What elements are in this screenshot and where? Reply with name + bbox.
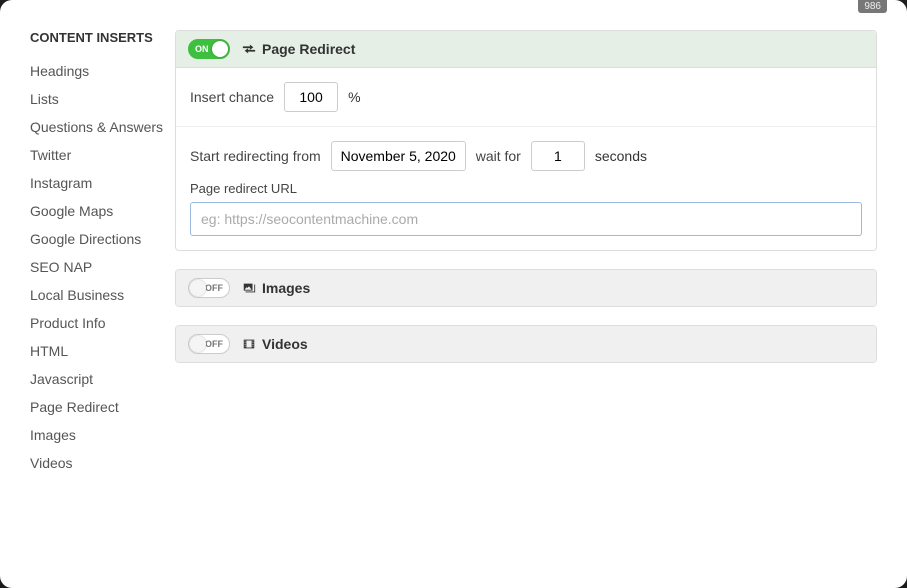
sidebar-item-product-info[interactable]: Product Info — [30, 309, 165, 337]
sidebar-title: CONTENT INSERTS — [30, 30, 165, 45]
start-date-input[interactable] — [331, 141, 466, 171]
sidebar-item-images[interactable]: Images — [30, 421, 165, 449]
sidebar-item-local-business[interactable]: Local Business — [30, 281, 165, 309]
videos-header[interactable]: OFF Videos — [176, 326, 876, 362]
sidebar-item-twitter[interactable]: Twitter — [30, 141, 165, 169]
sidebar-item-lists[interactable]: Lists — [30, 85, 165, 113]
images-title: Images — [262, 280, 310, 296]
page-redirect-toggle[interactable]: ON — [188, 39, 230, 59]
redirect-icon — [242, 42, 256, 56]
videos-title: Videos — [262, 336, 308, 352]
sidebar-item-page-redirect[interactable]: Page Redirect — [30, 393, 165, 421]
images-toggle[interactable]: OFF — [188, 278, 230, 298]
percent-label: % — [348, 89, 360, 105]
start-redirect-label: Start redirecting from — [190, 148, 321, 164]
sidebar-item-google-directions[interactable]: Google Directions — [30, 225, 165, 253]
sidebar-item-javascript[interactable]: Javascript — [30, 365, 165, 393]
toggle-off-label: OFF — [205, 339, 223, 349]
images-header[interactable]: OFF Images — [176, 270, 876, 306]
layout: CONTENT INSERTS Headings Lists Questions… — [0, 0, 907, 588]
wait-seconds-input[interactable] — [531, 141, 585, 171]
sidebar-item-html[interactable]: HTML — [30, 337, 165, 365]
toggle-on-label: ON — [195, 44, 209, 54]
toggle-knob — [212, 41, 228, 57]
main: ON Page Redirect Insert chance % — [175, 30, 907, 588]
sidebar: CONTENT INSERTS Headings Lists Questions… — [0, 30, 175, 588]
page-redirect-title: Page Redirect — [262, 41, 355, 57]
redirect-url-label: Page redirect URL — [190, 181, 862, 196]
page-redirect-panel: ON Page Redirect Insert chance % — [175, 30, 877, 251]
videos-icon — [242, 337, 256, 351]
sidebar-item-instagram[interactable]: Instagram — [30, 169, 165, 197]
page-redirect-body: Insert chance % Start redirecting from w… — [176, 68, 876, 250]
sidebar-item-questions-answers[interactable]: Questions & Answers — [30, 113, 165, 141]
redirect-url-input[interactable] — [190, 202, 862, 236]
insert-chance-input[interactable] — [284, 82, 338, 112]
top-badge: 986 — [858, 0, 887, 13]
insert-chance-label: Insert chance — [190, 89, 274, 105]
sidebar-item-videos[interactable]: Videos — [30, 449, 165, 477]
wait-for-label: wait for — [476, 148, 521, 164]
videos-panel: OFF Videos — [175, 325, 877, 363]
toggle-knob — [190, 280, 206, 296]
sidebar-item-headings[interactable]: Headings — [30, 57, 165, 85]
seconds-label: seconds — [595, 148, 647, 164]
images-icon — [242, 281, 256, 295]
toggle-off-label: OFF — [205, 283, 223, 293]
window: 986 CONTENT INSERTS Headings Lists Quest… — [0, 0, 907, 588]
videos-toggle[interactable]: OFF — [188, 334, 230, 354]
toggle-knob — [190, 336, 206, 352]
page-redirect-header[interactable]: ON Page Redirect — [176, 31, 876, 68]
sidebar-item-google-maps[interactable]: Google Maps — [30, 197, 165, 225]
images-panel: OFF Images — [175, 269, 877, 307]
sidebar-item-seo-nap[interactable]: SEO NAP — [30, 253, 165, 281]
